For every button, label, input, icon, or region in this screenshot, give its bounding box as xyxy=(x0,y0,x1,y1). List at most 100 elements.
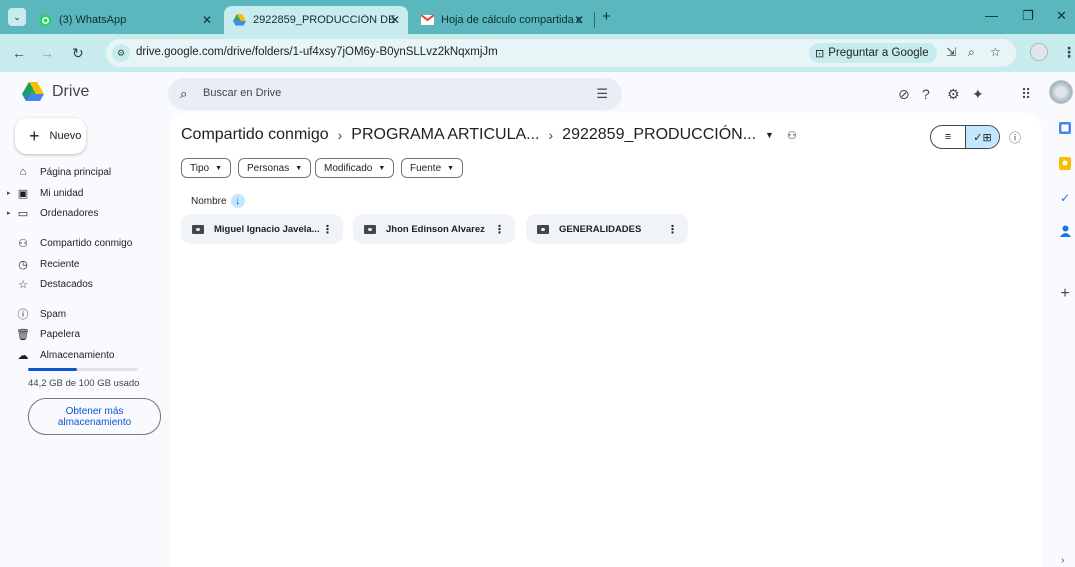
shared-folder-icon xyxy=(537,224,549,234)
chevron-down-icon: ▼ xyxy=(447,164,455,172)
sidebar-item-starred[interactable]: ☆ Destacados xyxy=(16,275,93,293)
close-tab-icon[interactable]: ✕ xyxy=(390,13,400,27)
expand-side-panel-icon[interactable]: › xyxy=(1061,555,1064,566)
list-view-button[interactable]: ≡ xyxy=(931,126,965,148)
browser-menu-icon[interactable]: ⋮ xyxy=(1062,44,1075,61)
sidebar-item-trash[interactable]: 🗑︎ Papelera xyxy=(16,325,80,343)
get-more-storage-button[interactable]: Obtener más almacenamiento xyxy=(28,398,161,435)
folder-card[interactable]: Miguel Ignacio Javela... ⋮ xyxy=(181,214,343,244)
site-info-icon[interactable]: ⚙ xyxy=(112,44,130,62)
more-options-icon[interactable]: ⋮ xyxy=(322,223,333,236)
tab-whatsapp[interactable]: (3) WhatsApp ✕ xyxy=(30,6,220,34)
sidebar-item-spam[interactable]: ⓘ Spam xyxy=(16,305,67,323)
url-text: drive.google.com/drive/folders/1-uf4xsy7… xyxy=(136,46,498,58)
breadcrumb-item-current[interactable]: 2922859_PRODUCCIÓN... xyxy=(562,126,756,144)
grid-view-button[interactable]: ✓⊞ xyxy=(964,126,999,148)
tab-separator xyxy=(594,12,595,28)
folder-menu-dropdown-icon[interactable]: ▼ xyxy=(765,130,774,140)
folder-card[interactable]: Jhon Edinson Alvarez ⋮ xyxy=(353,214,515,244)
tab-spreadsheet[interactable]: Hoja de cálculo compartida co ✕ xyxy=(412,6,592,34)
search-input[interactable]: ⌕ Buscar en Drive ☰ xyxy=(168,78,622,110)
chip-label: Modificado xyxy=(324,162,373,174)
filter-chip-source[interactable]: Fuente ▼ xyxy=(401,158,464,178)
star-icon: ☆ xyxy=(18,278,28,291)
breadcrumb: Compartido conmigo › PROGRAMA ARTICULA..… xyxy=(181,126,797,144)
account-avatar[interactable] xyxy=(1049,80,1073,104)
filter-chip-people[interactable]: Personas ▼ xyxy=(238,158,312,178)
cloud-icon: ☁ xyxy=(17,349,29,362)
breadcrumb-item-program[interactable]: PROGRAMA ARTICULA... xyxy=(351,126,539,144)
ask-google-button[interactable]: ⊡ Preguntar a Google xyxy=(809,43,937,63)
install-app-icon[interactable]: ⇲ xyxy=(946,45,956,59)
drive-logo[interactable]: Drive xyxy=(22,82,89,101)
profile-avatar-icon[interactable] xyxy=(1030,43,1048,61)
keep-icon[interactable] xyxy=(1058,156,1072,170)
restore-button[interactable]: ❐ xyxy=(1022,8,1034,24)
sidebar-item-label: Ordenadores xyxy=(40,207,99,219)
shared-icon: ⚇ xyxy=(18,237,28,250)
whatsapp-icon xyxy=(38,13,52,27)
contacts-icon[interactable] xyxy=(1058,224,1072,238)
new-button[interactable]: + Nuevo xyxy=(15,118,86,154)
offline-status-icon[interactable]: ⊘ xyxy=(898,86,910,103)
sidebar-item-label: Papelera xyxy=(40,328,81,340)
computer-icon: ▭ xyxy=(17,207,29,220)
tasks-icon[interactable]: ✓ xyxy=(1058,191,1072,205)
plus-icon: + xyxy=(29,125,40,146)
minimize-button[interactable]: — xyxy=(985,8,998,23)
help-icon[interactable]: ? xyxy=(922,86,930,102)
chevron-down-icon: ▼ xyxy=(378,164,386,172)
settings-gear-icon[interactable]: ⚙ xyxy=(947,86,960,103)
sidebar-item-label: Destacados xyxy=(40,278,93,290)
filter-chip-modified[interactable]: Modificado ▼ xyxy=(315,158,395,178)
new-button-label: Nuevo xyxy=(49,130,82,142)
sidebar-item-storage[interactable]: ☁ Almacenamiento xyxy=(16,346,115,364)
sidebar-item-label: Spam xyxy=(40,308,67,320)
new-tab-button[interactable]: + xyxy=(602,8,611,25)
chevron-down-icon: ▼ xyxy=(215,164,223,172)
back-icon[interactable]: ← xyxy=(12,45,26,61)
reload-icon[interactable]: ↻ xyxy=(72,45,84,62)
more-options-icon[interactable]: ⋮ xyxy=(494,223,505,236)
expand-caret-icon[interactable]: ▸ xyxy=(7,189,11,197)
sort-by-name[interactable]: Nombre ↓ xyxy=(191,194,245,208)
storage-usage-bar xyxy=(28,368,138,371)
add-addon-icon[interactable]: + xyxy=(1058,285,1072,302)
main-content-panel: Compartido conmigo › PROGRAMA ARTICULA..… xyxy=(169,113,1041,567)
my-drive-icon: ▣ xyxy=(17,187,29,200)
close-tab-icon[interactable]: ✕ xyxy=(202,13,212,27)
shared-folder-icon: ⚇ xyxy=(786,129,797,142)
sort-arrow-down-icon[interactable]: ↓ xyxy=(230,194,245,208)
folder-name: Jhon Edinson Alvarez xyxy=(386,223,485,235)
search-options-icon[interactable]: ☰ xyxy=(596,86,608,102)
breadcrumb-item-shared[interactable]: Compartido conmigo xyxy=(181,126,329,144)
forward-icon[interactable]: → xyxy=(40,45,54,61)
search-placeholder: Buscar en Drive xyxy=(203,87,282,99)
sidebar-item-my-drive[interactable]: ▸ ▣ Mi unidad xyxy=(7,184,83,202)
info-icon[interactable]: ⓘ xyxy=(1009,129,1021,146)
calendar-icon[interactable] xyxy=(1058,121,1072,135)
close-tab-icon[interactable]: ✕ xyxy=(574,13,584,27)
tab-search-icon[interactable]: ⌄ xyxy=(8,8,26,26)
filter-chip-type[interactable]: Tipo ▼ xyxy=(181,158,232,178)
address-bar[interactable]: ⚙ drive.google.com/drive/folders/1-uf4xs… xyxy=(106,39,1016,67)
tab-title: 2922859_PRODUCCIÓN DE CAF xyxy=(253,14,395,26)
apps-grid-icon[interactable]: ⠿ xyxy=(1021,86,1031,103)
sidebar-item-computers[interactable]: ▸ ▭ Ordenadores xyxy=(7,204,99,222)
folder-name: Miguel Ignacio Javela... xyxy=(214,223,320,235)
browser-tab-strip: ⌄ (3) WhatsApp ✕ 2922859_PRODUCCIÓN DE C… xyxy=(0,0,1075,34)
tab-drive-folder[interactable]: 2922859_PRODUCCIÓN DE CAF ✕ xyxy=(224,6,408,34)
sidebar-item-home[interactable]: ⌂ Página principal xyxy=(16,163,112,181)
search-icon[interactable]: ⌕ xyxy=(180,86,187,102)
google-drive-icon xyxy=(232,13,246,27)
folder-card[interactable]: GENERALIDADES ⋮ xyxy=(526,214,688,244)
zoom-icon[interactable]: ⌕ xyxy=(968,45,975,60)
expand-caret-icon[interactable]: ▸ xyxy=(7,209,11,217)
close-window-button[interactable]: ✕ xyxy=(1056,8,1067,24)
more-options-icon[interactable]: ⋮ xyxy=(667,223,678,236)
chevron-right-icon: › xyxy=(548,127,554,143)
sidebar-item-recent[interactable]: ◷ Reciente xyxy=(16,255,79,273)
bookmark-star-icon[interactable]: ☆ xyxy=(990,45,1001,59)
gemini-sparkle-icon[interactable]: ✦ xyxy=(972,86,984,103)
sidebar-item-shared-with-me[interactable]: ⚇ Compartido conmigo xyxy=(16,234,132,252)
